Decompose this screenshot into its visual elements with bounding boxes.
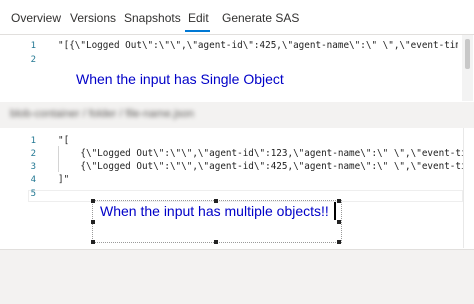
tab-bar: Overview Versions Snapshots Edit Generat… (0, 0, 474, 35)
resize-handle-top-right[interactable] (337, 199, 341, 203)
editor-scrollbar[interactable] (462, 35, 473, 101)
resize-handle-bottom-right[interactable] (337, 240, 341, 244)
file-path-blurred: blob-container / folder / file-name.json (10, 108, 195, 120)
line-number: 4 (30, 175, 36, 185)
line-number: 2 (30, 55, 36, 65)
tab-generate-sas[interactable]: Generate SAS (222, 11, 299, 25)
code-line[interactable]: ]" (58, 174, 463, 185)
resize-handle-top-left[interactable] (91, 199, 95, 203)
resize-handle-bottom[interactable] (214, 240, 218, 244)
editor-divider (463, 128, 464, 248)
annotation-multiple-objects[interactable]: When the input has multiple objects!! (100, 203, 329, 219)
code-line[interactable]: "[{\"Logged Out\":\"\",\"agent-id\":425,… (58, 40, 458, 51)
scrollbar-thumb[interactable] (465, 39, 470, 69)
tab-overview[interactable]: Overview (11, 11, 61, 25)
line-number: 1 (30, 136, 36, 146)
line-number: 1 (30, 41, 36, 51)
annotation-single-object: When the input has Single Object (76, 71, 284, 87)
active-tab-indicator (185, 30, 210, 32)
text-caret (334, 202, 336, 220)
code-line[interactable]: {\"Logged Out\":\"\",\"agent-id\":123,\"… (58, 148, 463, 159)
code-line[interactable]: {\"Logged Out\":\"\",\"agent-id\":425,\"… (58, 161, 463, 172)
code-editor-single[interactable]: 1 "[{\"Logged Out\":\"\",\"agent-id\":42… (0, 35, 474, 101)
footer-area (0, 249, 474, 304)
file-path-bar: blob-container / folder / file-name.json (0, 102, 474, 128)
resize-handle-right[interactable] (337, 220, 341, 224)
line-number: 5 (30, 189, 36, 199)
tab-snapshots[interactable]: Snapshots (124, 11, 181, 25)
resize-handle-bottom-left[interactable] (91, 240, 95, 244)
resize-handle-left[interactable] (91, 220, 95, 224)
line-number: 3 (30, 162, 36, 172)
code-line[interactable]: "[ (58, 135, 463, 146)
tab-versions[interactable]: Versions (70, 11, 116, 25)
tab-edit[interactable]: Edit (188, 11, 209, 25)
line-number: 2 (30, 149, 36, 159)
